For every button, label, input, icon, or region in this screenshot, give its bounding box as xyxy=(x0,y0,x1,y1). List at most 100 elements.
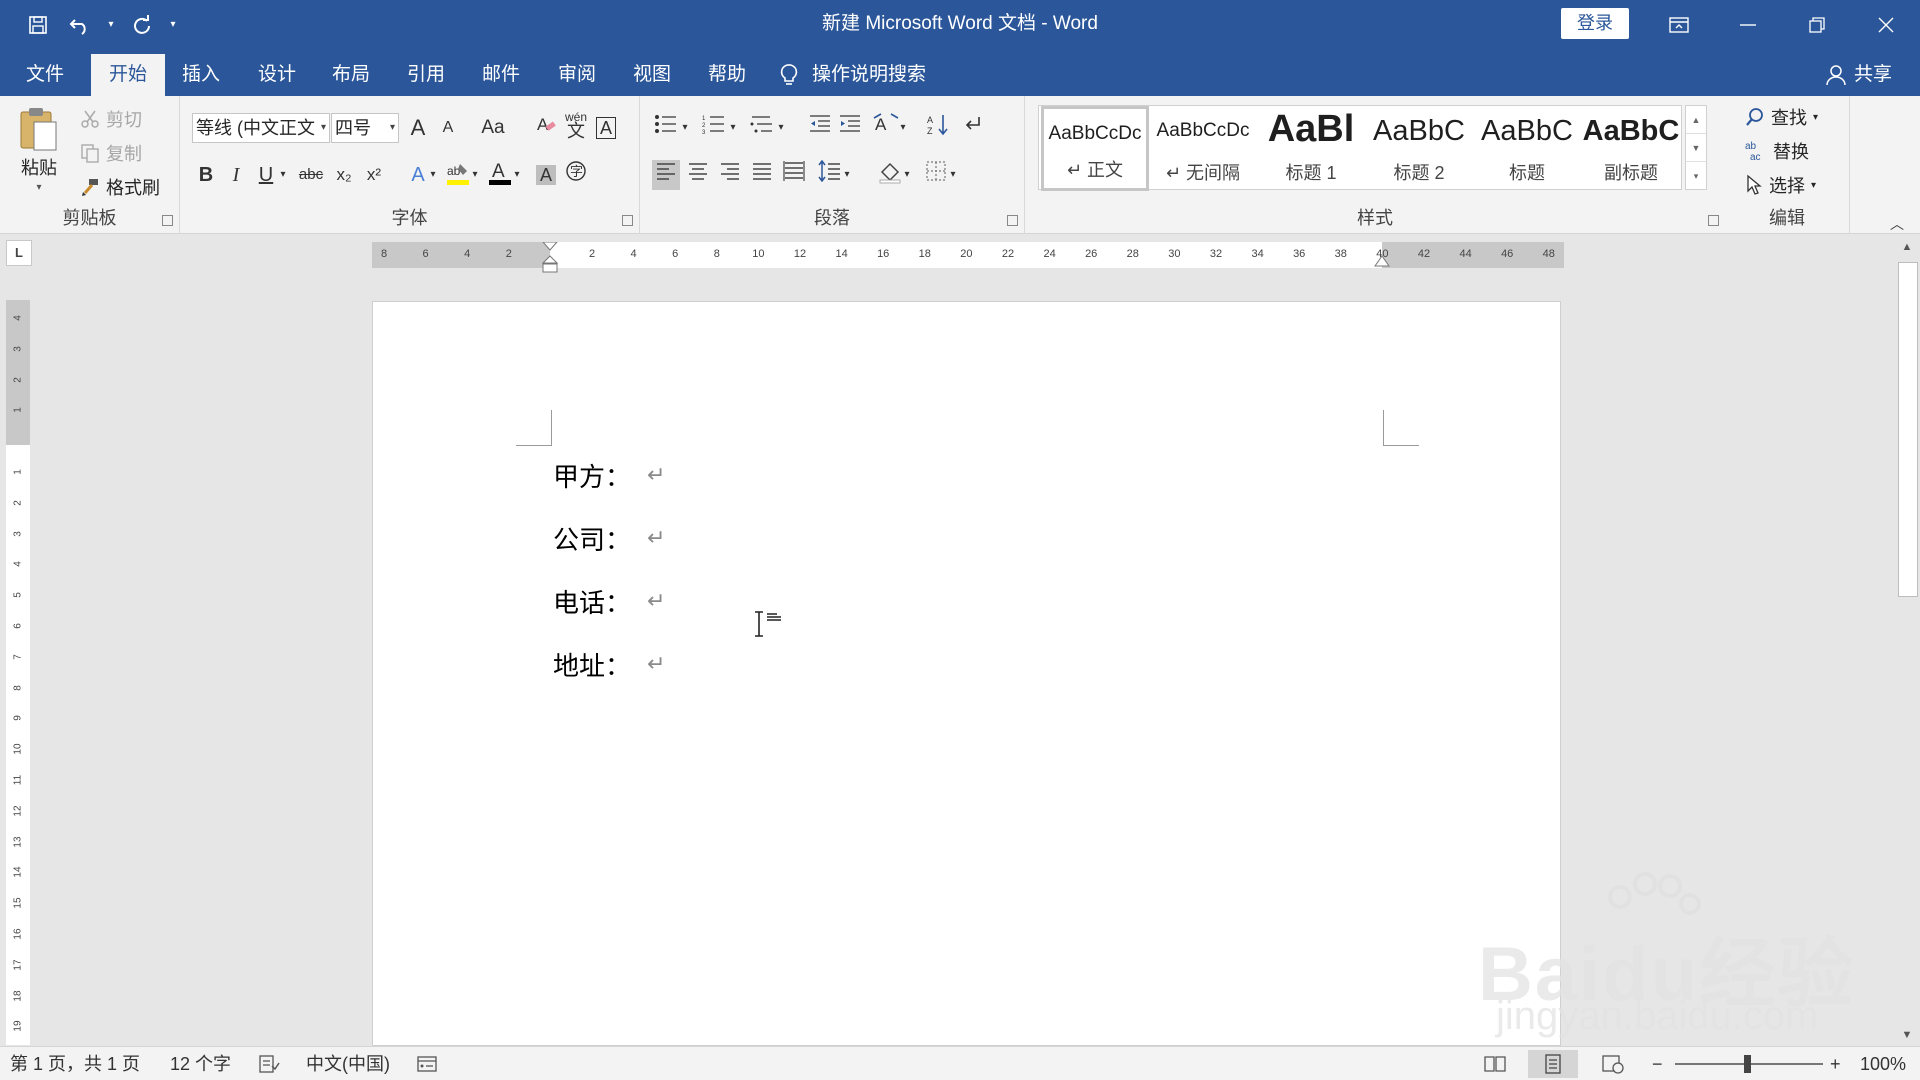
find-button[interactable]: 查找 ▾ xyxy=(1745,104,1818,130)
multilevel-list-icon[interactable] xyxy=(748,113,776,143)
select-button[interactable]: 选择 ▾ xyxy=(1745,172,1816,198)
customize-qat-icon[interactable]: ▾ xyxy=(166,7,180,43)
page-count[interactable]: 第 1 页，共 1 页 xyxy=(10,1047,140,1080)
character-border-button[interactable]: A xyxy=(592,113,620,143)
tab-design[interactable]: 设计 xyxy=(240,54,314,96)
close-icon[interactable] xyxy=(1851,0,1920,49)
redo-icon[interactable] xyxy=(124,7,160,43)
line-spacing-dropdown-icon[interactable]: ▾ xyxy=(840,160,854,190)
font-color-dropdown-icon[interactable]: ▾ xyxy=(510,160,524,190)
share-button[interactable]: 共享 xyxy=(1826,54,1892,96)
indent-markers-icon[interactable] xyxy=(541,242,559,276)
paste-button[interactable]: 粘贴 ▾ xyxy=(18,106,60,193)
undo-icon[interactable] xyxy=(62,7,98,43)
tab-insert[interactable]: 插入 xyxy=(164,54,238,96)
numbering-icon[interactable]: 123 xyxy=(700,113,728,143)
styles-launcher-icon[interactable] xyxy=(1708,215,1719,226)
select-dropdown-icon[interactable]: ▾ xyxy=(1811,180,1816,191)
zoom-in-icon[interactable]: + xyxy=(1830,1047,1841,1080)
decrease-indent-icon[interactable] xyxy=(806,113,834,143)
shrink-font-button[interactable]: A xyxy=(434,113,462,143)
document-line[interactable]: 地址： ↵ xyxy=(553,646,665,683)
sort-icon[interactable]: AZ xyxy=(924,113,952,143)
bullets-dropdown-icon[interactable]: ▾ xyxy=(678,113,692,143)
bold-button[interactable]: B xyxy=(192,160,220,190)
gallery-down-icon[interactable]: ▼ xyxy=(1686,134,1706,162)
bullets-icon[interactable] xyxy=(652,113,680,143)
horizontal-ruler[interactable]: 8 6 4 2 2 4 6 8 10 12 14 16 18 20 22 24 26 28 30 32 34 36 38 40… xyxy=(372,242,1564,273)
subscript-button[interactable]: x₂ xyxy=(330,160,358,190)
ribbon-display-options-icon[interactable] xyxy=(1644,0,1713,49)
strikethrough-button[interactable]: abc xyxy=(294,160,328,190)
undo-dropdown-icon[interactable]: ▾ xyxy=(104,7,118,43)
change-case-button[interactable]: Aa xyxy=(472,113,514,143)
scroll-thumb[interactable] xyxy=(1898,262,1918,597)
read-mode-icon[interactable] xyxy=(1470,1050,1520,1078)
borders-dropdown-icon[interactable]: ▾ xyxy=(946,160,960,190)
vertical-ruler[interactable]: 4 3 2 1 1 2 3 4 5 6 7 8 9 10 11 12 13 14 15 16 17 18 19 xyxy=(6,300,30,1045)
language-status[interactable]: 中文(中国) xyxy=(306,1047,390,1080)
style-no-spacing[interactable]: AaBbCcDc ↵ 无间隔 xyxy=(1149,106,1257,191)
document-line[interactable]: 电话： ↵ xyxy=(553,583,665,620)
tab-references[interactable]: 引用 xyxy=(389,54,463,96)
document-line[interactable]: 公司： ↵ xyxy=(553,520,665,557)
replace-button[interactable]: ab ac 替换 xyxy=(1745,138,1809,164)
document-page[interactable]: 甲方： ↵ 公司： ↵ 电话： ↵ 地址： ↵ Baidu经验 jingyan.… xyxy=(372,301,1853,1046)
show-hide-marks-icon[interactable] xyxy=(958,113,986,143)
word-count[interactable]: 12 个字 xyxy=(170,1047,231,1080)
style-heading-1[interactable]: AaBl 标题 1 xyxy=(1257,106,1365,191)
distributed-icon[interactable] xyxy=(780,160,808,190)
macro-icon[interactable] xyxy=(416,1047,438,1080)
character-shading-icon[interactable]: A xyxy=(532,160,560,190)
shading-dropdown-icon[interactable]: ▾ xyxy=(900,160,914,190)
justify-icon[interactable] xyxy=(748,160,776,190)
multilevel-dropdown-icon[interactable]: ▾ xyxy=(774,113,788,143)
proofing-icon[interactable] xyxy=(258,1047,280,1080)
gallery-up-icon[interactable]: ▲ xyxy=(1686,106,1706,134)
highlight-dropdown-icon[interactable]: ▾ xyxy=(468,160,482,190)
style-title[interactable]: AaBbC 标题 xyxy=(1473,106,1581,191)
clear-formatting-icon[interactable]: A xyxy=(532,113,560,143)
find-dropdown-icon[interactable]: ▾ xyxy=(1813,112,1818,123)
zoom-out-icon[interactable]: − xyxy=(1652,1047,1663,1080)
font-launcher-icon[interactable] xyxy=(622,215,633,226)
grow-font-button[interactable]: A xyxy=(404,113,432,143)
paragraph-launcher-icon[interactable] xyxy=(1007,215,1018,226)
print-layout-icon[interactable] xyxy=(1528,1050,1578,1078)
vertical-scrollbar[interactable]: ▲ ▼ xyxy=(1894,236,1920,1046)
align-right-icon[interactable] xyxy=(716,160,744,190)
clipboard-launcher-icon[interactable] xyxy=(162,215,173,226)
zoom-level[interactable]: 100% xyxy=(1860,1047,1906,1080)
text-effects-dropdown-icon[interactable]: ▾ xyxy=(426,160,440,190)
web-layout-icon[interactable] xyxy=(1588,1050,1638,1078)
tab-mailings[interactable]: 邮件 xyxy=(464,54,538,96)
gallery-more-icon[interactable]: ▾ xyxy=(1686,162,1706,190)
italic-button[interactable]: I xyxy=(222,160,250,190)
numbering-dropdown-icon[interactable]: ▾ xyxy=(726,113,740,143)
zoom-slider-thumb[interactable] xyxy=(1744,1055,1751,1073)
style-subtitle[interactable]: AaBbC 副标题 xyxy=(1581,106,1681,191)
tab-selector[interactable]: L xyxy=(6,240,32,266)
font-name-combo[interactable]: 等线 (中文正文 ▾ xyxy=(192,113,330,143)
tab-layout[interactable]: 布局 xyxy=(314,54,388,96)
copy-button[interactable]: 复制 xyxy=(80,140,142,166)
increase-indent-icon[interactable] xyxy=(836,113,864,143)
tab-help[interactable]: 帮助 xyxy=(690,54,764,96)
scroll-up-icon[interactable]: ▲ xyxy=(1894,236,1920,258)
restore-icon[interactable] xyxy=(1782,0,1851,49)
document-line[interactable]: 甲方： ↵ xyxy=(553,457,665,494)
tab-review[interactable]: 审阅 xyxy=(540,54,614,96)
collapse-ribbon-icon[interactable]: ︿ xyxy=(1890,214,1904,234)
enclose-characters-icon[interactable]: 字 xyxy=(562,160,590,190)
chinese-layout-dropdown-icon[interactable]: ▾ xyxy=(896,113,910,143)
tab-home[interactable]: 开始 xyxy=(91,54,166,96)
paste-dropdown-icon[interactable]: ▾ xyxy=(36,182,41,193)
underline-dropdown-icon[interactable]: ▾ xyxy=(276,160,290,190)
save-icon[interactable] xyxy=(20,7,56,43)
style-normal[interactable]: AaBbCcDc ↵ 正文 xyxy=(1041,106,1149,191)
superscript-button[interactable]: x² xyxy=(360,160,388,190)
tab-file[interactable]: 文件 xyxy=(8,54,82,96)
scroll-down-icon[interactable]: ▼ xyxy=(1894,1024,1920,1046)
minimize-icon[interactable] xyxy=(1713,0,1782,49)
tell-me-search[interactable]: 操作说明搜索 xyxy=(780,54,926,96)
